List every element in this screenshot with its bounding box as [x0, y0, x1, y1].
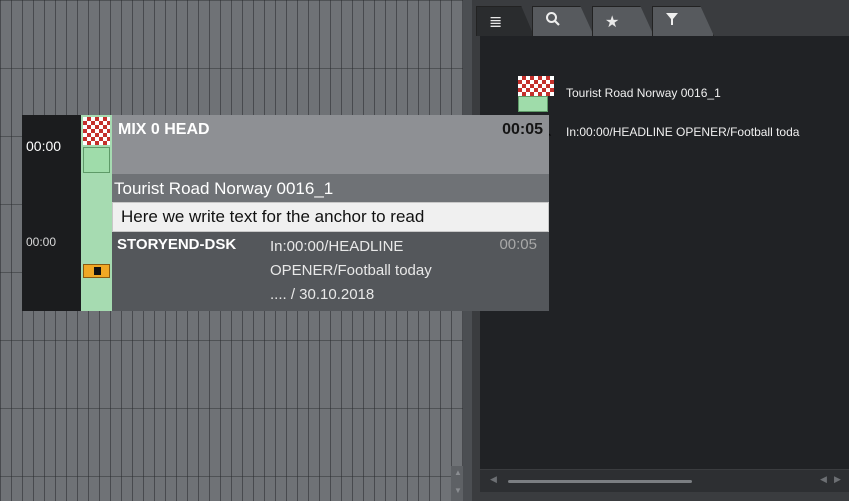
results-horizontal-scrollbar[interactable]: ◀ ◀ ▶: [480, 470, 849, 492]
search-icon: [545, 11, 561, 32]
scroll-left-arrow-icon[interactable]: ◀: [490, 474, 497, 485]
tab-filter[interactable]: [652, 6, 714, 36]
scrollbar-thumb[interactable]: [508, 480, 692, 483]
item-icon-column: [81, 115, 112, 311]
star-icon: ★: [605, 13, 620, 31]
scroll-down-arrow-icon[interactable]: ▼: [454, 486, 462, 495]
scroll-left-small-icon[interactable]: ◀: [820, 474, 827, 485]
story-head-row[interactable]: MIX 0 HEAD 00:05: [112, 115, 549, 174]
clip-title: Tourist Road Norway 0016_1: [114, 179, 334, 198]
dsk-duration: 00:05: [499, 236, 537, 253]
tab-favorites[interactable]: ★: [592, 6, 654, 36]
head-duration: 00:05: [502, 121, 543, 138]
dsk-label: STORYEND-DSK: [117, 236, 237, 253]
dsk-text: In:00:00/HEADLINE OPENER/Football today …: [270, 238, 432, 303]
panel-tab-bar: ≣ ★: [472, 0, 849, 36]
result-title[interactable]: Tourist Road Norway 0016_1: [566, 86, 721, 100]
head-timecode: 00:00: [26, 138, 62, 154]
result-subtitle: In:00:00/HEADLINE OPENER/Football toda: [566, 125, 800, 139]
tab-list[interactable]: ≣: [476, 6, 534, 36]
time-column: 00:00 00:00: [22, 115, 81, 311]
anchor-text-field[interactable]: Here we write text for the anchor to rea…: [112, 202, 549, 232]
checker-thumbnail-icon: [518, 76, 554, 96]
scroll-up-arrow-icon[interactable]: ▲: [454, 468, 462, 477]
result-thumbnail[interactable]: [518, 76, 554, 112]
head-label: MIX 0 HEAD: [118, 121, 210, 138]
scroll-right-arrow-icon[interactable]: ▶: [834, 474, 841, 485]
dsk-row[interactable]: STORYEND-DSK In:00:00/HEADLINE OPENER/Fo…: [112, 232, 549, 311]
dsk-timecode: 00:00: [26, 235, 57, 249]
filter-icon: [665, 12, 679, 31]
clip-title-row[interactable]: Tourist Road Norway 0016_1: [112, 174, 549, 202]
tab-search[interactable]: [532, 6, 594, 36]
anchor-text: Here we write text for the anchor to rea…: [121, 207, 425, 226]
list-icon: ≣: [489, 13, 503, 31]
clip-icon: [83, 147, 110, 173]
clip-block-icon: [518, 96, 548, 112]
story-popup: 00:00 00:00 MIX 0 HEAD 00:05 Tourist Roa…: [22, 115, 549, 311]
dsk-icon: [83, 264, 110, 278]
timeline-vertical-scrollbar[interactable]: ▲ ▼: [451, 466, 463, 501]
mix-checker-icon: [83, 117, 110, 145]
